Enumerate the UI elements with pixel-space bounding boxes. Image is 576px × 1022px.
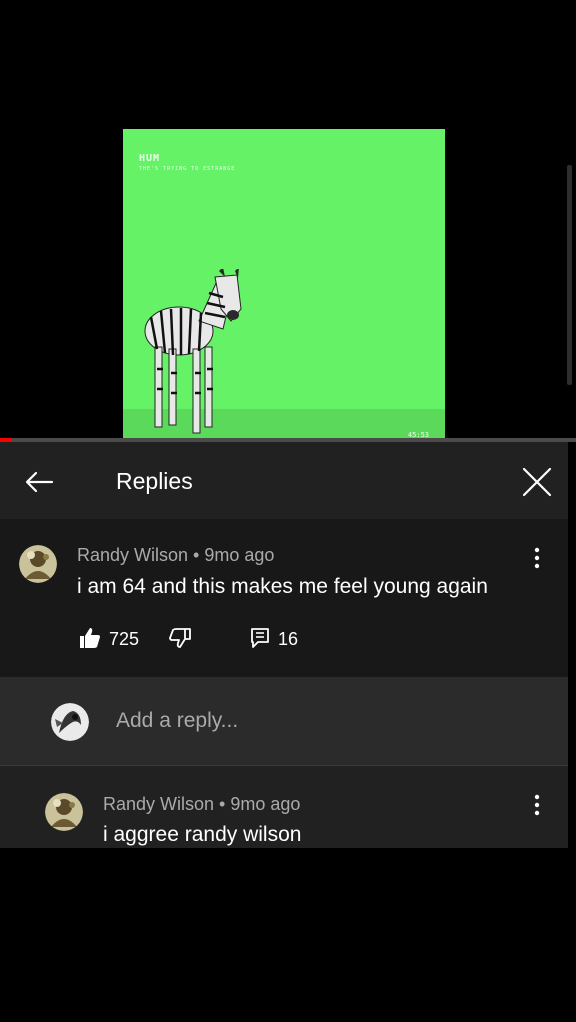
like-count: 725 [109, 629, 140, 649]
reply-text: i aggree randy wilson [103, 823, 302, 846]
reply-comment: Randy Wilson • 9mo ago i aggree randy wi… [0, 767, 568, 848]
user-avatar [51, 703, 89, 741]
avatar[interactable] [19, 545, 57, 583]
replies-header: Replies [0, 442, 568, 519]
add-reply-row[interactable]: Add a reply... [0, 677, 568, 766]
close-icon[interactable] [518, 463, 556, 501]
avatar[interactable] [45, 793, 83, 831]
thumbs-up-icon[interactable] [78, 626, 102, 650]
parent-comment: Randy Wilson • 9mo ago i am 64 and this … [0, 519, 568, 677]
video-player[interactable]: HUM THE'S TRYING TO ESTRANGE 45:53 [0, 0, 576, 442]
comment-meta: Randy Wilson • 9mo ago [77, 545, 275, 565]
arrow-left-icon[interactable] [22, 464, 58, 500]
reply-count[interactable]: 16 [278, 629, 298, 650]
more-vert-icon[interactable] [532, 794, 542, 816]
reply-meta: Randy Wilson • 9mo ago [103, 794, 301, 814]
comment-text: i am 64 and this makes me feel young aga… [77, 575, 488, 598]
video-scrollbar[interactable] [567, 165, 572, 385]
video-overlay-title: HUM [139, 153, 161, 164]
zebra-image [144, 269, 242, 434]
reply-comment-icon[interactable] [250, 627, 270, 649]
more-vert-icon[interactable] [532, 547, 542, 569]
video-frame[interactable]: HUM THE'S TRYING TO ESTRANGE 45:53 [123, 129, 445, 441]
add-reply-input[interactable]: Add a reply... [116, 709, 238, 733]
replies-panel: Replies Randy Wilson • 9mo ago i am 64 a… [0, 442, 568, 848]
replies-title: Replies [116, 468, 193, 494]
video-overlay-subtitle: THE'S TRYING TO ESTRANGE [139, 166, 236, 172]
thumbs-down-icon[interactable] [168, 626, 192, 650]
